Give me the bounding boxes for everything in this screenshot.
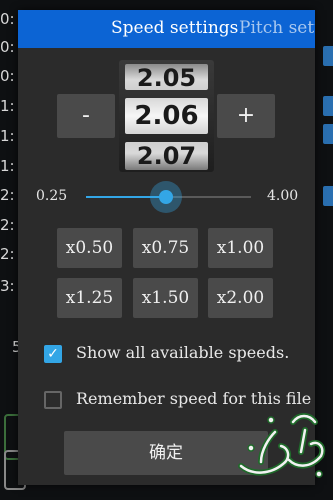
preset-0.50-button[interactable]: x0.50 (57, 228, 122, 268)
tab-speed-settings[interactable]: Speed settings (111, 18, 238, 38)
tab-pitch-settings[interactable]: Pitch setti (239, 18, 315, 38)
preset-0.75-button[interactable]: x0.75 (133, 228, 198, 268)
checkbox-checked-icon[interactable]: ✓ (44, 345, 62, 363)
bg-progress-bar (323, 96, 333, 116)
preset-1.50-button[interactable]: x1.50 (133, 278, 198, 318)
watermark-logo (238, 413, 326, 478)
roller-previous-value[interactable]: 2.05 (125, 64, 208, 92)
increase-speed-button[interactable]: + (217, 94, 275, 138)
slider-min-label: 0.25 (36, 188, 68, 204)
bg-progress-bar (323, 186, 333, 206)
checkbox-unchecked-icon[interactable] (44, 391, 62, 409)
slider-max-label: 4.00 (267, 188, 299, 204)
bg-progress-bar (323, 124, 333, 144)
tab-bar: Speed settings Pitch setti (18, 10, 315, 48)
decrease-speed-button[interactable]: - (57, 94, 115, 138)
speed-picker-roller[interactable]: 2.05 2.06 2.07 (119, 60, 214, 172)
roller-current-value[interactable]: 2.06 (125, 98, 208, 134)
preset-1.25-button[interactable]: x1.25 (57, 278, 122, 318)
roller-next-value[interactable]: 2.07 (125, 142, 208, 170)
bg-progress-bar (323, 46, 333, 66)
preset-1.00-button[interactable]: x1.00 (208, 228, 273, 268)
preset-2.00-button[interactable]: x2.00 (208, 278, 273, 318)
speed-slider-thumb[interactable] (149, 181, 182, 213)
show-all-speeds-label: Show all available speeds. (76, 343, 290, 362)
show-all-speeds-option[interactable]: ✓ Show all available speeds. (44, 343, 304, 367)
